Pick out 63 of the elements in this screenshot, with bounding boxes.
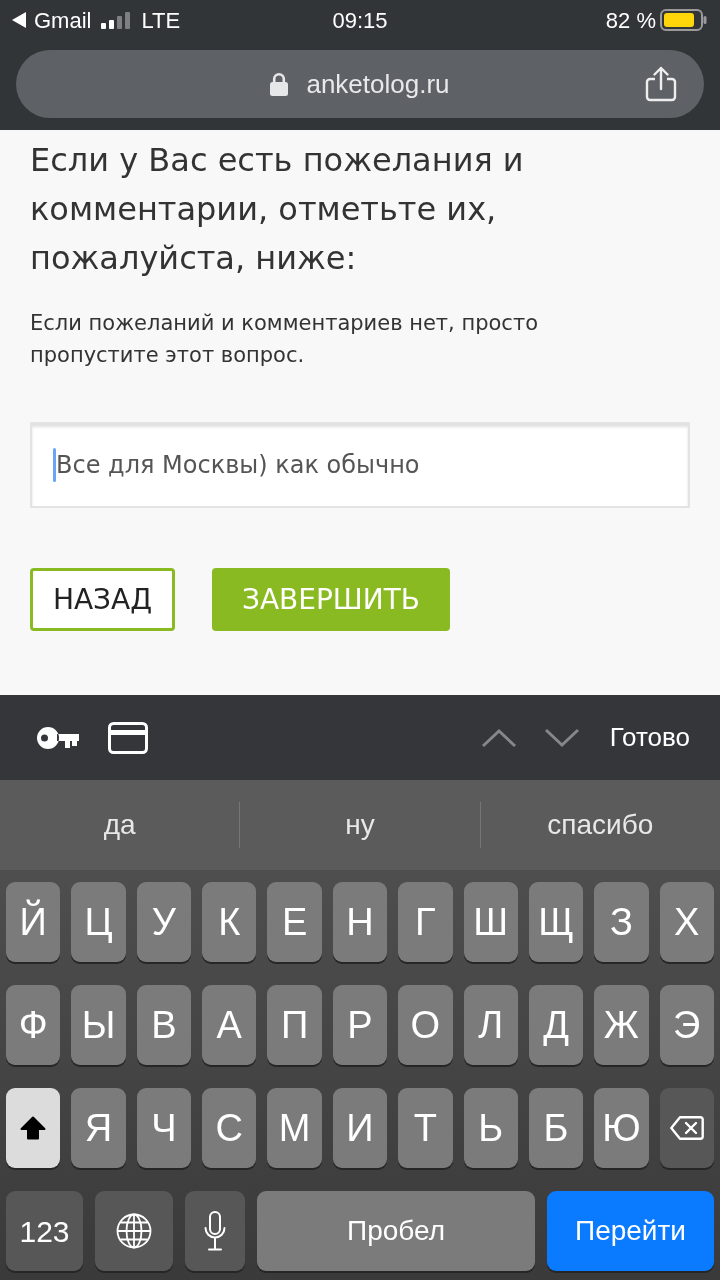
suggestion-item[interactable]: спасибо — [480, 780, 720, 870]
keyboard-key[interactable]: К — [202, 882, 257, 962]
dictation-key[interactable] — [185, 1191, 245, 1271]
backspace-icon — [669, 1116, 704, 1140]
network-type: LTE — [141, 6, 181, 35]
back-arrow-icon — [12, 12, 26, 28]
globe-icon — [116, 1213, 152, 1249]
answer-field[interactable]: Все для Москвы) как обычно — [30, 422, 690, 508]
keyboard-key[interactable]: Н — [332, 882, 388, 962]
keyboard-key[interactable]: С — [202, 1088, 257, 1168]
keyboard-key[interactable]: Ж — [594, 985, 649, 1065]
page-url: anketolog.ru — [306, 67, 450, 101]
address-bar[interactable]: anketolog.ru — [16, 50, 704, 118]
keyboard-key[interactable]: Щ — [528, 882, 584, 962]
keyboard-key[interactable]: Я — [71, 1088, 126, 1168]
signal-strength-icon — [101, 11, 132, 29]
keyboard-key[interactable]: Ш — [463, 882, 518, 962]
back-to-app-button[interactable]: Gmail — [12, 3, 92, 37]
share-icon[interactable] — [644, 66, 678, 102]
numbers-key[interactable]: 123 — [6, 1191, 83, 1271]
keyboard-key[interactable]: В — [136, 985, 192, 1065]
keyboard-key[interactable]: З — [594, 882, 649, 962]
keyboard-key[interactable]: Ь — [463, 1088, 518, 1168]
keyboard-key[interactable]: У — [136, 882, 192, 962]
keyboard-key[interactable]: Э — [659, 985, 714, 1065]
language-key[interactable] — [95, 1191, 173, 1271]
keyboard-key[interactable]: Б — [528, 1088, 584, 1168]
finish-button[interactable]: ЗАВЕРШИТЬ — [212, 568, 450, 631]
clock-time: 09:15 — [332, 6, 388, 35]
keyboard-key[interactable]: Л — [463, 985, 518, 1065]
battery-icon — [660, 9, 708, 31]
keyboard-key[interactable]: Г — [398, 882, 453, 962]
delete-key[interactable] — [659, 1088, 714, 1168]
keyboard-key[interactable]: Ч — [136, 1088, 192, 1168]
keyboard-key[interactable]: Х — [659, 882, 714, 962]
keyboard-key[interactable]: И — [332, 1088, 388, 1168]
space-key[interactable]: Пробел — [257, 1191, 535, 1271]
keyboard-key[interactable]: Т — [398, 1088, 453, 1168]
question-title: Если у Вас есть пожелания и комментарии, отметьте их, пожалуйста, ниже: — [30, 140, 525, 279]
key-icon[interactable] — [37, 726, 79, 749]
microphone-icon — [204, 1211, 226, 1251]
keyboard-key[interactable]: Д — [528, 985, 584, 1065]
keyboard-key[interactable]: П — [267, 985, 322, 1065]
battery-percent: 82 % — [605, 6, 656, 35]
shift-arrow-icon — [20, 1116, 47, 1140]
keyboard-key[interactable]: Ы — [71, 985, 126, 1065]
go-key[interactable]: Перейти — [547, 1191, 714, 1271]
done-button[interactable]: Готово — [609, 718, 690, 757]
suggestion-item[interactable]: ну — [240, 780, 480, 870]
keyboard-key[interactable]: А — [202, 985, 257, 1065]
keyboard-key[interactable]: Ц — [71, 882, 126, 962]
keyboard-key[interactable]: О — [398, 985, 453, 1065]
keyboard-key[interactable]: Е — [267, 882, 322, 962]
keyboard-key[interactable]: Й — [6, 882, 61, 962]
suggestion-item[interactable]: да — [0, 780, 240, 870]
question-hint: Если пожеланий и комментариев нет, просто пропустите этот вопрос. — [30, 310, 539, 369]
keyboard-key[interactable]: М — [267, 1088, 322, 1168]
back-button[interactable]: НАЗАД — [30, 568, 175, 631]
credit-card-icon[interactable] — [108, 721, 148, 754]
keyboard-key[interactable]: Р — [332, 985, 388, 1065]
keyboard-key[interactable]: Ф — [6, 985, 61, 1065]
shift-key[interactable] — [6, 1088, 61, 1168]
keyboard-key[interactable]: Ю — [594, 1088, 649, 1168]
